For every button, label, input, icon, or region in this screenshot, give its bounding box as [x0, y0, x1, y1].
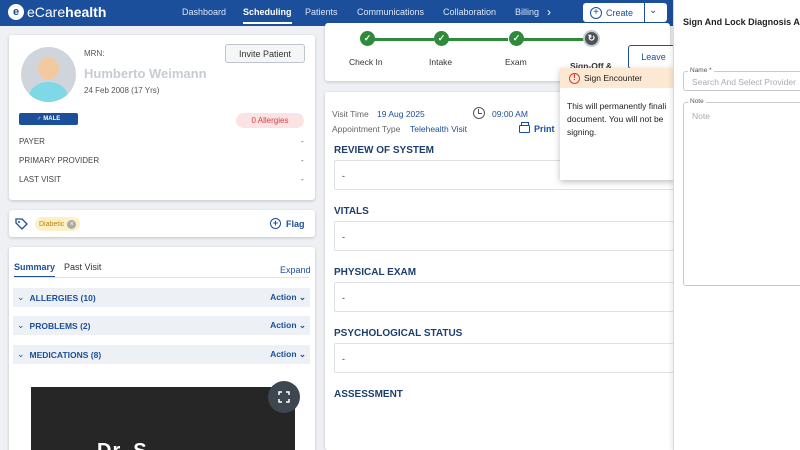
appointment-type-value: Telehealth Visit: [410, 124, 468, 134]
section-allergies[interactable]: ⌄ ALLERGIES (10) Action ⌄: [13, 288, 310, 307]
last-visit-value: -: [301, 175, 304, 184]
payer-label: PAYER: [19, 137, 45, 146]
physical-exam-box[interactable]: -: [334, 282, 674, 312]
psychological-status-box[interactable]: -: [334, 343, 674, 373]
plus-icon: +: [590, 6, 602, 19]
visit-clock-time: 09:00 AM: [492, 109, 528, 119]
section-title-review-of-system: REVIEW OF SYSTEM: [334, 145, 435, 156]
male-icon: ♂: [36, 116, 42, 122]
check-icon: ✓: [434, 31, 449, 46]
logo-text: eCarehealth: [27, 4, 107, 20]
create-button[interactable]: + Create ⌄: [583, 3, 667, 22]
create-label: Create: [606, 7, 634, 18]
note-placeholder: Note: [692, 111, 710, 121]
section-title-vitals: VITALS: [334, 206, 369, 217]
last-visit-label: LAST VISIT: [19, 175, 62, 184]
appointment-type-label: Appointment Type: [332, 124, 401, 134]
note-textarea[interactable]: Note Note: [683, 98, 800, 286]
nav-dashboard[interactable]: Dashboard: [182, 7, 226, 17]
patient-name: Humberto Weimann: [84, 66, 207, 81]
step-check-in: Check In: [349, 57, 383, 67]
add-circle-icon: +: [270, 218, 281, 229]
allergies-badge[interactable]: 0 Allergies: [236, 113, 304, 128]
video-preview[interactable]: Dr. S: [31, 387, 295, 450]
step-intake: Intake: [429, 57, 453, 67]
nav-scheduling[interactable]: Scheduling: [243, 7, 292, 24]
name-field-label: Name *: [688, 67, 714, 74]
provider-search-input[interactable]: Name * Search And Select Provider: [683, 67, 800, 91]
action-dropdown[interactable]: Action ⌄: [270, 292, 306, 303]
gender-badge: ♂ MALE: [19, 113, 78, 125]
payer-value: -: [301, 137, 304, 146]
check-icon: ✓: [360, 31, 375, 46]
check-icon: ✓: [509, 31, 524, 46]
nav-more-chevron-icon[interactable]: ›: [547, 5, 551, 19]
remove-tag-icon[interactable]: ×: [67, 219, 77, 229]
tab-summary[interactable]: Summary: [14, 262, 56, 278]
logo-icon: e: [8, 4, 24, 20]
flag-button[interactable]: + Flag: [270, 218, 305, 229]
logo[interactable]: e eCarehealth: [8, 4, 106, 20]
nav-collaboration[interactable]: Collaboration: [443, 7, 496, 17]
print-button[interactable]: Print: [519, 122, 555, 134]
invite-patient-button[interactable]: Invite Patient: [225, 44, 305, 63]
sign-lock-drawer: Sign And Lock Diagnosis A Name * Search …: [673, 0, 800, 450]
section-title-assessment: ASSESSMENT: [334, 389, 403, 400]
nav-patients[interactable]: Patients: [305, 7, 338, 17]
popover-title: Sign Encounter: [584, 73, 643, 83]
warning-icon: !: [569, 72, 580, 84]
leave-button[interactable]: Leave: [628, 45, 679, 69]
mrn-label: MRN:: [84, 49, 105, 58]
chevron-down-icon: ⌄: [17, 349, 25, 359]
avatar: [21, 47, 76, 102]
provider-placeholder: Search And Select Provider: [692, 77, 796, 87]
chevron-down-icon: ⌄: [17, 292, 25, 302]
chevron-down-icon[interactable]: ⌄: [649, 5, 657, 16]
fullscreen-icon[interactable]: [268, 381, 300, 413]
tab-past-visit[interactable]: Past Visit: [64, 262, 101, 272]
section-title-physical-exam: PHYSICAL EXAM: [334, 267, 417, 278]
sign-encounter-popover: ! Sign Encounter This will permanently f…: [560, 68, 676, 180]
printer-icon: [519, 122, 530, 133]
primary-provider-value: -: [301, 156, 304, 165]
nav-billing[interactable]: Billing: [515, 7, 539, 17]
action-dropdown[interactable]: Action ⌄: [270, 349, 306, 360]
action-dropdown[interactable]: Action ⌄: [270, 320, 306, 331]
visit-date: 19 Aug 2025: [377, 109, 425, 119]
section-problems[interactable]: ⌄ PROBLEMS (2) Action ⌄: [13, 316, 310, 335]
sign-off-step-icon: ↻: [583, 30, 600, 47]
popover-message: This will permanently finali document. Y…: [567, 101, 667, 137]
expand-link[interactable]: Expand: [280, 265, 311, 275]
patient-dob: 24 Feb 2008 (17 Yrs): [84, 86, 160, 95]
video-caption: Dr. S: [97, 440, 148, 450]
step-exam: Exam: [505, 57, 527, 67]
section-medications[interactable]: ⌄ MEDICATIONS (8) Action ⌄: [13, 345, 310, 364]
tag-chip-diabetic[interactable]: Diabetic ×: [35, 217, 81, 231]
vitals-box[interactable]: -: [334, 221, 674, 251]
section-title-psychological-status: PSYCHOLOGICAL STATUS: [334, 328, 463, 339]
chevron-down-icon: ⌄: [17, 320, 25, 330]
clock-icon: [473, 107, 485, 119]
note-field-label: Note: [688, 98, 706, 105]
drawer-title: Sign And Lock Diagnosis A: [683, 17, 800, 27]
visit-time-label: Visit Time: [332, 109, 369, 119]
tag-icon: [15, 218, 28, 234]
nav-communications[interactable]: Communications: [357, 7, 424, 17]
primary-provider-label: PRIMARY PROVIDER: [19, 156, 100, 165]
